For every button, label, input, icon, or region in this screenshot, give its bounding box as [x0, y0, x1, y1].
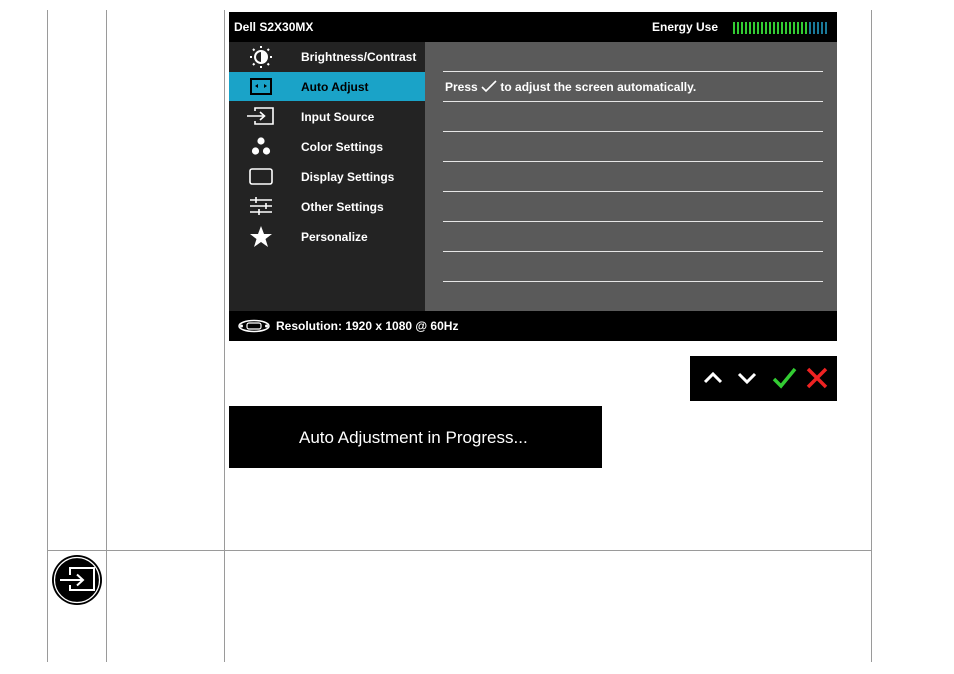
menu-item-label: Auto Adjust — [301, 80, 369, 94]
energy-meter — [733, 22, 827, 34]
auto-adjust-progress-dialog: Auto Adjustment in Progress... — [229, 406, 602, 468]
menu-item-color-settings[interactable]: Color Settings — [229, 132, 425, 161]
osd-status-bar: Resolution: 1920 x 1080 @ 60Hz — [229, 311, 837, 341]
brightness-contrast-icon — [244, 45, 278, 69]
energy-meter-segment — [749, 22, 751, 34]
osd-window: Dell S2X30MX Energy Use Brightness/Contr… — [229, 12, 837, 341]
osd-title-bar: Dell S2X30MX Energy Use — [229, 12, 837, 42]
close-icon[interactable] — [803, 364, 831, 392]
panel-divider — [443, 251, 823, 252]
table-divider-1 — [106, 10, 107, 662]
osd-content-panel: Press to adjust the screen automatically… — [425, 42, 837, 311]
energy-meter-segment — [817, 22, 819, 34]
panel-divider — [443, 101, 823, 102]
front-panel-buttons — [690, 356, 837, 401]
energy-meter-segment — [769, 22, 771, 34]
menu-item-other-settings[interactable]: Other Settings — [229, 192, 425, 221]
menu-item-personalize[interactable]: Personalize — [229, 222, 425, 251]
menu-item-auto-adjust[interactable]: Auto Adjust — [229, 72, 425, 101]
energy-meter-segment — [825, 22, 827, 34]
vga-connector-icon — [237, 319, 271, 336]
instruction-text-before: Press — [445, 80, 478, 94]
other-settings-icon — [244, 195, 278, 219]
check-icon — [481, 80, 497, 96]
menu-item-label: Display Settings — [301, 170, 395, 184]
menu-item-input-source[interactable]: Input Source — [229, 102, 425, 131]
table-border-right — [871, 10, 872, 662]
panel-divider — [443, 281, 823, 282]
input-source-icon — [244, 105, 278, 129]
menu-item-label: Color Settings — [301, 140, 384, 154]
table-row-divider — [47, 550, 872, 551]
table-divider-2 — [224, 10, 225, 662]
star-icon — [244, 225, 278, 249]
energy-meter-segment — [753, 22, 755, 34]
panel-divider — [443, 191, 823, 192]
monitor-model: Dell S2X30MX — [234, 20, 314, 34]
energy-meter-segment — [821, 22, 823, 34]
down-arrow-icon[interactable] — [733, 364, 761, 392]
menu-item-label: Brightness/Contrast — [301, 50, 417, 64]
progress-message: Auto Adjustment in Progress... — [299, 428, 528, 447]
check-icon[interactable] — [770, 364, 798, 392]
energy-meter-segment — [757, 22, 759, 34]
panel-divider — [443, 71, 823, 72]
instruction-text-after: to adjust the screen automatically. — [500, 80, 697, 94]
energy-meter-segment — [777, 22, 779, 34]
energy-meter-segment — [733, 22, 735, 34]
resolution-readout: Resolution: 1920 x 1080 @ 60Hz — [276, 319, 459, 333]
auto-adjust-instruction: Press to adjust the screen automatically… — [445, 80, 696, 96]
menu-item-display-settings[interactable]: Display Settings — [229, 162, 425, 191]
energy-meter-segment — [785, 22, 787, 34]
panel-divider — [443, 131, 823, 132]
energy-meter-segment — [761, 22, 763, 34]
energy-meter-segment — [801, 22, 803, 34]
energy-meter-segment — [813, 22, 815, 34]
energy-meter-segment — [781, 22, 783, 34]
color-settings-icon — [244, 135, 278, 159]
energy-meter-segment — [765, 22, 767, 34]
energy-meter-segment — [789, 22, 791, 34]
energy-meter-segment — [741, 22, 743, 34]
energy-meter-segment — [737, 22, 739, 34]
auto-adjust-icon — [244, 75, 278, 99]
table-border-left — [47, 10, 48, 662]
energy-meter-segment — [809, 22, 811, 34]
input-source-button-icon — [51, 554, 103, 606]
up-arrow-icon[interactable] — [699, 364, 727, 392]
energy-meter-segment — [773, 22, 775, 34]
energy-meter-segment — [797, 22, 799, 34]
energy-meter-segment — [793, 22, 795, 34]
menu-item-label: Input Source — [301, 110, 375, 124]
osd-menu: Brightness/Contrast Auto Adjust Input So… — [229, 42, 425, 311]
panel-divider — [443, 221, 823, 222]
energy-meter-segment — [745, 22, 747, 34]
energy-meter-segment — [805, 22, 807, 34]
menu-item-label: Personalize — [301, 230, 368, 244]
panel-divider — [443, 161, 823, 162]
menu-item-brightness-contrast[interactable]: Brightness/Contrast — [229, 42, 425, 71]
display-settings-icon — [244, 165, 278, 189]
energy-use-label: Energy Use — [652, 20, 719, 34]
menu-item-label: Other Settings — [301, 200, 384, 214]
